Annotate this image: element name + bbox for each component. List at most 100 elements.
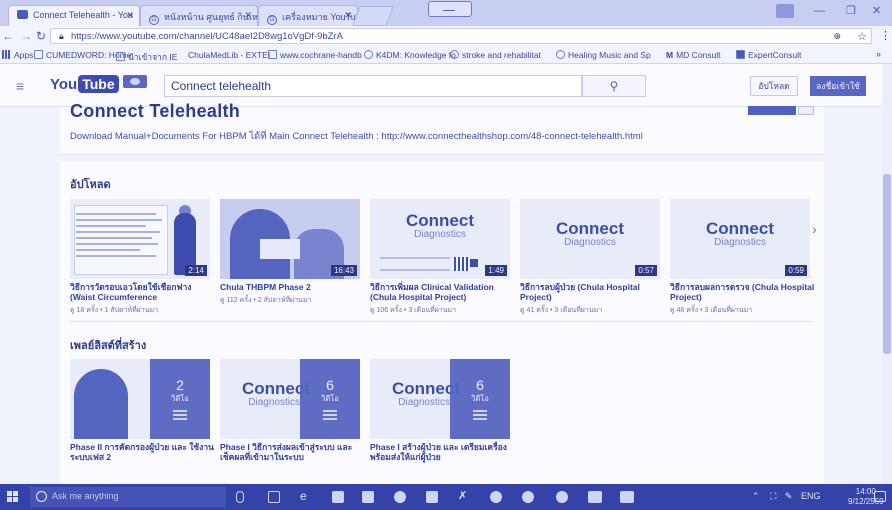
- playlist-count: 6: [476, 377, 484, 393]
- connect-logo-sub: Diagnostics: [714, 237, 766, 248]
- bookmark-stroke[interactable]: stroke and rehabilitat: [450, 50, 541, 60]
- playlist-title[interactable]: Phase I วิธีการส่งผลเข้าสู่ระบบ และ เช็ค…: [220, 442, 366, 462]
- playlist-thumbnail[interactable]: Connect Diagnostics 6 วิดีโอ: [370, 359, 510, 439]
- connect-logo-sub: Diagnostics: [414, 229, 466, 240]
- link-icon: [450, 50, 459, 59]
- video-title[interactable]: วิธีการวัดรอบเอวโดยใช้เชือกฟาง (Waist Ci…: [70, 282, 216, 302]
- bookmark-apps[interactable]: Apps: [2, 50, 33, 60]
- connect-logo: Connect: [406, 211, 474, 230]
- video-thumbnail[interactable]: 16:43: [220, 199, 360, 279]
- windows-start-icon[interactable]: [7, 491, 19, 503]
- network-icon[interactable]: ⛶: [770, 491, 776, 501]
- minimize-icon[interactable]: —: [814, 5, 825, 17]
- bookmark-k4dm[interactable]: K4DM: Knowledge fo: [364, 50, 456, 60]
- playlist-thumbnail[interactable]: Connect Diagnostics 6 วิดีโอ: [220, 359, 360, 439]
- subscribe-dropdown-button[interactable]: [798, 106, 814, 115]
- pen-icon[interactable]: ✎: [785, 491, 793, 501]
- file-explorer-icon[interactable]: [362, 491, 374, 503]
- chrome-active-icon[interactable]: [522, 491, 534, 503]
- youtube-logo[interactable]: You Tube: [50, 75, 147, 95]
- profile-button[interactable]: [428, 1, 472, 17]
- upload-button[interactable]: อัปโหลด: [750, 76, 798, 96]
- page-icon: [34, 50, 43, 59]
- task-view-icon[interactable]: [268, 491, 280, 503]
- scrollbar-thumb[interactable]: [883, 174, 891, 354]
- edge-browser-icon[interactable]: e: [300, 489, 307, 503]
- chrome-icon[interactable]: [394, 491, 406, 503]
- bookmark-star-icon[interactable]: ☆: [857, 30, 867, 43]
- new-tab-button[interactable]: [352, 6, 394, 26]
- notification-center-icon[interactable]: [874, 491, 886, 502]
- subscribe-button[interactable]: [748, 106, 796, 115]
- video-thumbnail[interactable]: 2:14: [70, 199, 210, 279]
- media-player-icon[interactable]: [490, 491, 502, 503]
- expertconsult-icon: [736, 50, 745, 59]
- back-arrow-icon[interactable]: ←: [2, 29, 14, 43]
- more-bookmarks-button[interactable]: »: [876, 49, 881, 59]
- bookmark-ie-import[interactable]: นำเข้าจาก IE: [116, 50, 177, 64]
- video-thumbnail[interactable]: Connect Diagnostics 0:59: [670, 199, 810, 279]
- search-input[interactable]: Connect telehealth: [164, 75, 582, 97]
- bookmark-cochrane[interactable]: www.cochrane-handb: [268, 50, 362, 60]
- line-chat-icon[interactable]: [620, 491, 634, 503]
- user-icon[interactable]: [776, 4, 794, 18]
- close-tab-icon[interactable]: ✕: [244, 10, 252, 21]
- close-window-icon[interactable]: ✕: [872, 4, 881, 17]
- video-title[interactable]: วิธีการลบผลการตรวจ (Chula Hospital Proje…: [670, 282, 816, 302]
- cortana-search-box[interactable]: Ask me anything: [30, 487, 226, 507]
- browser-tab-2[interactable]: Gหนังหน้าน ศูนยุทธ์ กินเหล่า✕: [140, 5, 258, 26]
- playlist-count: 2: [176, 377, 184, 393]
- uploads-section-title[interactable]: อัปโหลด: [70, 175, 111, 193]
- page-scrollbar[interactable]: [882, 64, 892, 484]
- chevron-up-icon[interactable]: ⌃: [752, 491, 760, 501]
- qr-code-icon: [454, 257, 468, 271]
- globe-icon: [556, 50, 565, 59]
- browser-tab-3[interactable]: Gเครื่องหมาย YouTube - ค้น✕: [258, 5, 358, 26]
- sign-in-button[interactable]: ลงชื่อเข้าใช้: [810, 76, 866, 96]
- reload-icon[interactable]: ↻: [36, 29, 46, 43]
- pin-icon[interactable]: ✗: [458, 489, 467, 502]
- input-language[interactable]: ENG: [801, 491, 821, 501]
- playlist-count-label: วิดีโอ: [321, 394, 339, 403]
- app-icon[interactable]: [556, 491, 568, 503]
- browser-tab-youtube[interactable]: Connect Telehealth - You ✕: [8, 5, 140, 26]
- youtube-favicon-icon: [17, 10, 28, 19]
- playlist-thumbnail[interactable]: 2 วิดีโอ: [70, 359, 210, 439]
- guide-menu-icon[interactable]: ≡: [16, 78, 24, 94]
- forward-arrow-icon[interactable]: →: [20, 29, 32, 43]
- connect-logo-sub: Diagnostics: [248, 397, 300, 408]
- powerpoint-icon[interactable]: [588, 491, 602, 503]
- video-thumbnail[interactable]: Connect Diagnostics 1:49: [370, 199, 510, 279]
- photos-icon[interactable]: [426, 491, 438, 503]
- search-button[interactable]: ⚲: [582, 75, 646, 97]
- zoom-icon[interactable]: ⊕: [833, 31, 841, 42]
- channel-content-card: อัปโหลด 2:14 วิธีการวัดรอบเอวโดยใช้เชือก…: [60, 161, 824, 489]
- playlist-count-label: วิดีโอ: [471, 394, 489, 403]
- playlist-title[interactable]: Phase II การคัดกรองผู้ป่วย และ ใช้งานระบ…: [70, 442, 216, 462]
- bookmark-expertconsult[interactable]: ExpertConsult: [736, 50, 801, 60]
- document-image: [74, 205, 168, 275]
- bookmark-chulamedlib[interactable]: ChulaMedLib - EXTEI: [188, 50, 270, 60]
- close-tab-icon[interactable]: ✕: [344, 10, 352, 21]
- close-tab-icon[interactable]: ✕: [126, 10, 134, 21]
- video-title[interactable]: วิธีการเพิ่มผล Clinical Validation (Chul…: [370, 282, 516, 302]
- store-icon[interactable]: [332, 491, 344, 503]
- address-bar[interactable]: 🔒︎ https://www.youtube.com/channel/UC48a…: [50, 28, 872, 44]
- folder-icon: [116, 52, 125, 61]
- google-favicon-icon: G: [267, 15, 277, 25]
- browser-menu-icon[interactable]: ⋮: [880, 29, 891, 42]
- video-title[interactable]: Chula THBPM Phase 2: [220, 282, 366, 292]
- video-thumbnail[interactable]: Connect Diagnostics 0:57: [520, 199, 660, 279]
- microphone-icon[interactable]: [236, 491, 244, 503]
- connect-logo: Connect: [392, 379, 460, 398]
- bookmark-label: ExpertConsult: [748, 50, 802, 60]
- video-title[interactable]: วิธีการลบผู้ป่วย (Chula Hospital Project…: [520, 282, 666, 302]
- bookmark-md-consult[interactable]: M MD Consult: [666, 50, 721, 60]
- chevron-right-icon[interactable]: ›: [812, 221, 817, 237]
- playlist-title[interactable]: Phase I สร้างผู้ป่วย และ เตรียมเครื่องพร…: [370, 442, 516, 462]
- bookmark-healing-music[interactable]: Healing Music and Sp: [556, 50, 651, 60]
- photo-image: [74, 369, 128, 439]
- apps-grid-icon: [2, 50, 11, 59]
- playlists-section-title[interactable]: เพลย์ลิสต์ที่สร้าง: [70, 336, 146, 354]
- maximize-icon[interactable]: ❐: [846, 4, 856, 17]
